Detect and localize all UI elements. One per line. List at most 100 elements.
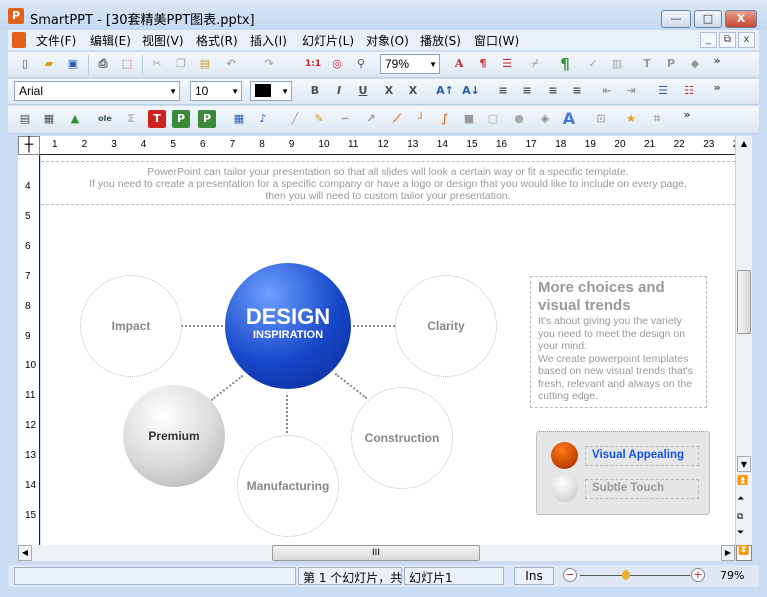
align-center-icon[interactable]: ≡	[518, 82, 536, 100]
next-slide-icon[interactable]: ⏷	[737, 528, 744, 538]
zoom-out-button[interactable]: −	[563, 568, 577, 582]
font-size-select[interactable]: 10 ▼	[190, 81, 242, 101]
undo-icon[interactable]: ↶	[222, 55, 240, 73]
group-icon[interactable]: ⊡	[592, 110, 610, 128]
node-construction[interactable]: Construction	[351, 387, 453, 489]
menu-slide[interactable]: 幻灯片(L)	[302, 32, 354, 49]
menu-object[interactable]: 对象(O)	[366, 32, 409, 49]
vertical-ruler[interactable]: 4 5 6 7 8 9 10 11 12 13 14 15	[18, 155, 40, 545]
content-placeholder-icon[interactable]: P	[172, 110, 190, 128]
ruler-origin-button[interactable]: ┼	[18, 136, 40, 155]
textbox-icon[interactable]: ▤	[16, 110, 34, 128]
side-text-box[interactable]: More choices and visual trends It's abou…	[530, 276, 707, 408]
new-icon[interactable]: ▯	[16, 55, 34, 73]
shapes-icon[interactable]: ◈	[536, 110, 554, 128]
slide-list-icon[interactable]: ⧉	[737, 512, 743, 522]
placeholder-icon[interactable]: P	[662, 55, 680, 73]
save-icon[interactable]: ▣	[64, 55, 82, 73]
copy-icon[interactable]: ❐	[172, 55, 190, 73]
show-formatting-icon[interactable]: ¶	[556, 55, 574, 73]
paste-icon[interactable]: ▤	[196, 55, 214, 73]
open-icon[interactable]: ▰	[40, 55, 58, 73]
decrease-indent-icon[interactable]: ⇤	[598, 82, 616, 100]
more-icon[interactable]: »	[678, 106, 696, 124]
double-strikethrough-icon[interactable]: X	[404, 82, 422, 100]
spellcheck-icon[interactable]: ✓	[584, 55, 602, 73]
wordart-icon[interactable]: A	[560, 110, 578, 128]
increase-indent-icon[interactable]: ⇥	[622, 82, 640, 100]
list-format-icon[interactable]: ☰	[498, 55, 516, 73]
vertical-scroll-thumb[interactable]	[737, 270, 751, 334]
previous-slide-icon[interactable]: ⏶	[737, 494, 744, 504]
ole-icon[interactable]: ole	[96, 110, 114, 128]
zoom-icon[interactable]: ⚲	[352, 55, 370, 73]
cut-icon[interactable]: ✂	[148, 55, 166, 73]
zoom-slider[interactable]	[580, 575, 690, 576]
horizontal-scrollbar[interactable]: ◀ III ▶	[18, 545, 735, 561]
more-icon[interactable]: »	[708, 79, 726, 97]
picture-placeholder-icon[interactable]: P	[198, 110, 216, 128]
menu-play[interactable]: 播放(S)	[420, 32, 461, 49]
title-placeholder-icon[interactable]: T	[148, 110, 166, 128]
paragraph-format-icon[interactable]: ¶	[474, 55, 492, 73]
redo-icon[interactable]: ↷	[260, 55, 278, 73]
menu-file[interactable]: 文件(F)	[36, 32, 76, 49]
pdf-icon[interactable]: ⬚	[118, 55, 136, 73]
scroll-right-button[interactable]: ▶	[721, 545, 735, 561]
curve-icon[interactable]: ∽	[336, 110, 354, 128]
mdi-close-button[interactable]: x	[738, 32, 755, 48]
maximize-button[interactable]: □	[694, 10, 722, 28]
picture-icon[interactable]: ▲	[66, 110, 84, 128]
scroll-down-button[interactable]: ▼	[737, 456, 751, 472]
format-painter-icon[interactable]: ⌿	[526, 55, 544, 73]
align-left-icon[interactable]: ≡	[494, 82, 512, 100]
numbering-icon[interactable]: ☷	[680, 82, 698, 100]
menu-window[interactable]: 窗口(W)	[474, 32, 519, 49]
node-impact[interactable]: Impact	[80, 275, 182, 377]
underline-icon[interactable]: U	[354, 82, 372, 100]
rounded-rectangle-icon[interactable]: ▢	[484, 110, 502, 128]
zoom-select[interactable]: 79% ▼	[380, 54, 440, 74]
grow-font-icon[interactable]: A↑	[436, 82, 454, 100]
align-right-icon[interactable]: ≡	[544, 82, 562, 100]
slide-canvas[interactable]: PowerPoint can tailor your presentation …	[41, 155, 735, 545]
mdi-minimize-button[interactable]: _	[700, 32, 717, 48]
mdi-restore-button[interactable]: ⧉	[719, 32, 736, 48]
justify-icon[interactable]: ≡	[568, 82, 586, 100]
line-icon[interactable]: ╱	[286, 110, 304, 128]
close-button[interactable]: X	[725, 10, 757, 28]
rectangle-icon[interactable]: ■	[460, 110, 478, 128]
arrow-icon[interactable]: ↗	[362, 110, 380, 128]
shrink-font-icon[interactable]: A↓	[462, 82, 480, 100]
font-color-select[interactable]: ▼	[250, 81, 292, 101]
menu-view[interactable]: 视图(V)	[142, 32, 184, 49]
first-slide-icon[interactable]: ⏫	[737, 476, 748, 486]
menu-edit[interactable]: 编辑(E)	[90, 32, 131, 49]
table-icon[interactable]: ▦	[40, 110, 58, 128]
connector-elbow-icon[interactable]: ┘	[412, 110, 430, 128]
freeform-icon[interactable]: ✎	[310, 110, 328, 128]
star-icon[interactable]: ★	[622, 110, 640, 128]
scroll-up-button[interactable]: ▲	[737, 136, 751, 152]
strikethrough-icon[interactable]: X	[380, 82, 398, 100]
text-box-icon[interactable]: T	[638, 55, 656, 73]
scroll-left-button[interactable]: ◀	[18, 545, 32, 561]
vertical-scrollbar[interactable]: ▲ ▼ ⏫ ⏶ ⧉ ⏷	[735, 136, 752, 545]
zoom-slider-thumb[interactable]	[622, 570, 631, 580]
font-select[interactable]: Arial ▼	[14, 81, 180, 101]
zoom-in-button[interactable]: +	[691, 568, 705, 582]
more-icon[interactable]: »	[708, 52, 726, 70]
horizontal-scroll-thumb[interactable]: III	[272, 545, 480, 561]
formula-icon[interactable]: Σ	[122, 110, 140, 128]
menu-format[interactable]: 格式(R)	[196, 32, 238, 49]
bold-icon[interactable]: B	[306, 82, 324, 100]
node-clarity[interactable]: Clarity	[395, 275, 497, 377]
center-design-circle[interactable]: DESIGN INSPIRATION	[225, 263, 351, 389]
horizontal-ruler[interactable]: 123456789101112131415161718192021222324	[40, 136, 744, 155]
node-premium[interactable]: Premium	[123, 385, 225, 487]
text-color-icon[interactable]: A	[450, 55, 468, 73]
italic-icon[interactable]: I	[330, 82, 348, 100]
actual-size-icon[interactable]: 1:1	[304, 55, 322, 73]
bullets-icon[interactable]: ☰	[654, 82, 672, 100]
chart-icon[interactable]: ▥	[608, 55, 626, 73]
